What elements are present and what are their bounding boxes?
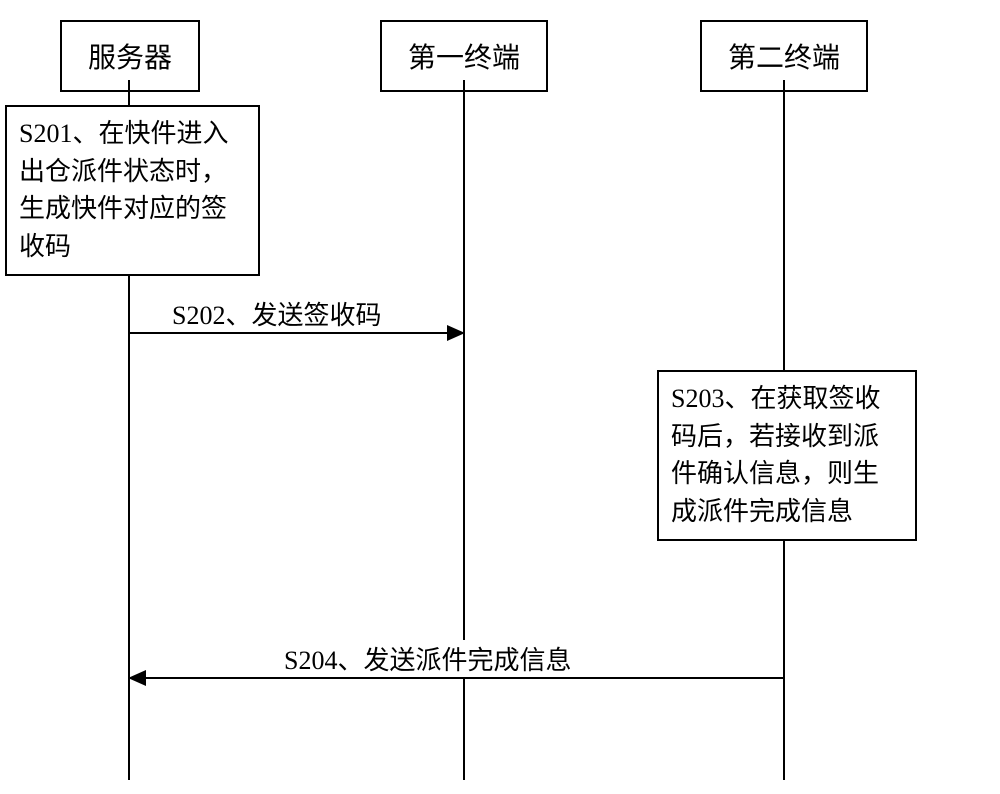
- step-s204-arrow: [128, 670, 146, 686]
- participant-terminal1-label: 第一终端: [408, 43, 520, 74]
- step-s204-label: S204、发送派件完成信息: [280, 640, 575, 677]
- participant-server: 服务器: [60, 20, 200, 92]
- step-s203-box: S203、在获取签收码后，若接收到派件确认信息，则生成派件完成信息: [657, 370, 917, 541]
- step-s202-label: S202、发送签收码: [168, 295, 385, 332]
- step-s202-arrow: [447, 325, 465, 341]
- participant-server-label: 服务器: [88, 43, 172, 74]
- step-s201-box: S201、在快件进入出仓派件状态时，生成快件对应的签收码: [5, 105, 260, 276]
- sequence-diagram: 服务器 第一终端 第二终端 S201、在快件进入出仓派件状态时，生成快件对应的签…: [0, 20, 1000, 780]
- step-s202-line: [130, 332, 448, 334]
- step-s203-text: S203、在获取签收码后，若接收到派件确认信息，则生成派件完成信息: [671, 384, 880, 526]
- participant-terminal2-label: 第二终端: [728, 43, 840, 74]
- step-s204-line: [146, 677, 783, 679]
- step-s201-text: S201、在快件进入出仓派件状态时，生成快件对应的签收码: [19, 119, 228, 261]
